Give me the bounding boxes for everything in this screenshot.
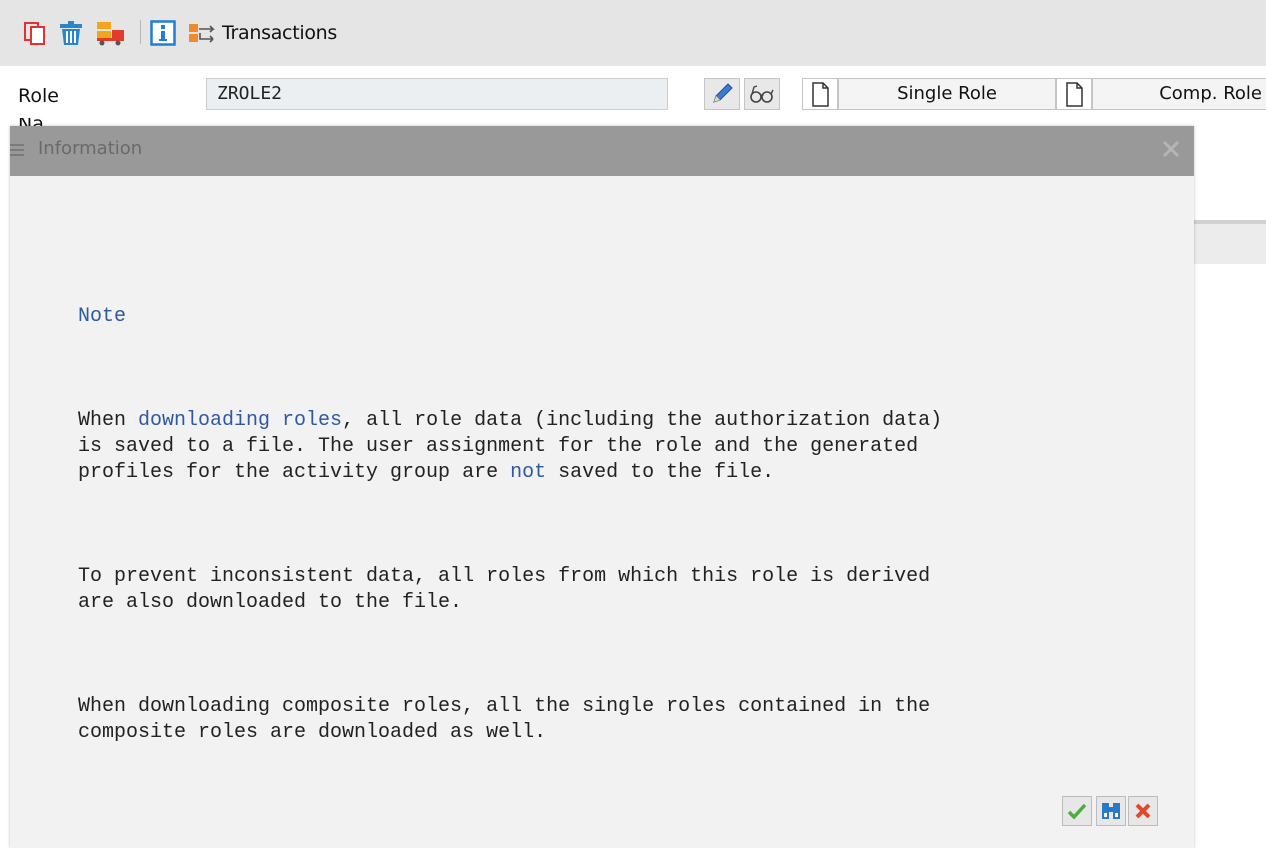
paragraph-1: When downloading roles, all role data (i… — [78, 408, 942, 486]
background-panel — [1194, 220, 1266, 264]
composite-role-button[interactable]: Comp. Role — [1092, 78, 1266, 110]
glasses-icon — [745, 85, 779, 113]
paragraph-3: When downloading composite roles, all th… — [78, 695, 931, 744]
transport-icon[interactable] — [96, 20, 124, 46]
p1-text-c: saved to the file. — [546, 461, 775, 484]
cancel-x-icon — [1129, 803, 1157, 829]
checkmark-icon — [1063, 803, 1091, 829]
role-field[interactable]: ZROLE2 — [206, 78, 668, 110]
dialog-title: Information — [38, 138, 143, 159]
paragraph-2: To prevent inconsistent data, all roles … — [78, 565, 931, 614]
close-icon[interactable] — [1158, 136, 1184, 162]
document-icon — [803, 82, 837, 113]
role-header: Role ZROLE2 Single Role Comp. Role — [0, 66, 1266, 128]
dialog-content: Note When downloading roles, all role da… — [78, 252, 942, 824]
create-single-role-icon-button[interactable] — [802, 78, 838, 110]
create-composite-role-icon-button[interactable] — [1056, 78, 1092, 110]
information-dialog: Information Note When downloading roles,… — [10, 126, 1194, 848]
p1-text-a: When — [78, 409, 139, 432]
delete-icon[interactable] — [58, 20, 84, 46]
transactions-icon[interactable] — [188, 20, 215, 46]
info-icon[interactable] — [150, 20, 176, 46]
transactions-button[interactable]: Transactions — [222, 20, 337, 46]
role-label: Role — [18, 85, 59, 107]
application-toolbar: Transactions — [0, 0, 1266, 66]
single-role-button[interactable]: Single Role — [838, 78, 1056, 110]
downloading-roles-link[interactable]: downloading roles — [138, 409, 342, 432]
grip-icon — [10, 142, 28, 156]
not-link[interactable]: not — [510, 461, 546, 484]
display-button[interactable] — [744, 78, 780, 110]
document-icon — [1057, 82, 1091, 113]
cancel-button[interactable] — [1128, 796, 1158, 826]
note-heading: Note — [78, 305, 127, 328]
copy-icon[interactable] — [22, 20, 48, 46]
continue-button[interactable] — [1062, 796, 1092, 826]
toolbar-separator — [140, 20, 141, 44]
dialog-title-bar[interactable]: Information — [10, 126, 1194, 176]
change-button[interactable] — [704, 78, 740, 110]
pencil-icon — [705, 83, 739, 113]
binoculars-icon — [1097, 803, 1125, 829]
find-button[interactable] — [1096, 796, 1126, 826]
